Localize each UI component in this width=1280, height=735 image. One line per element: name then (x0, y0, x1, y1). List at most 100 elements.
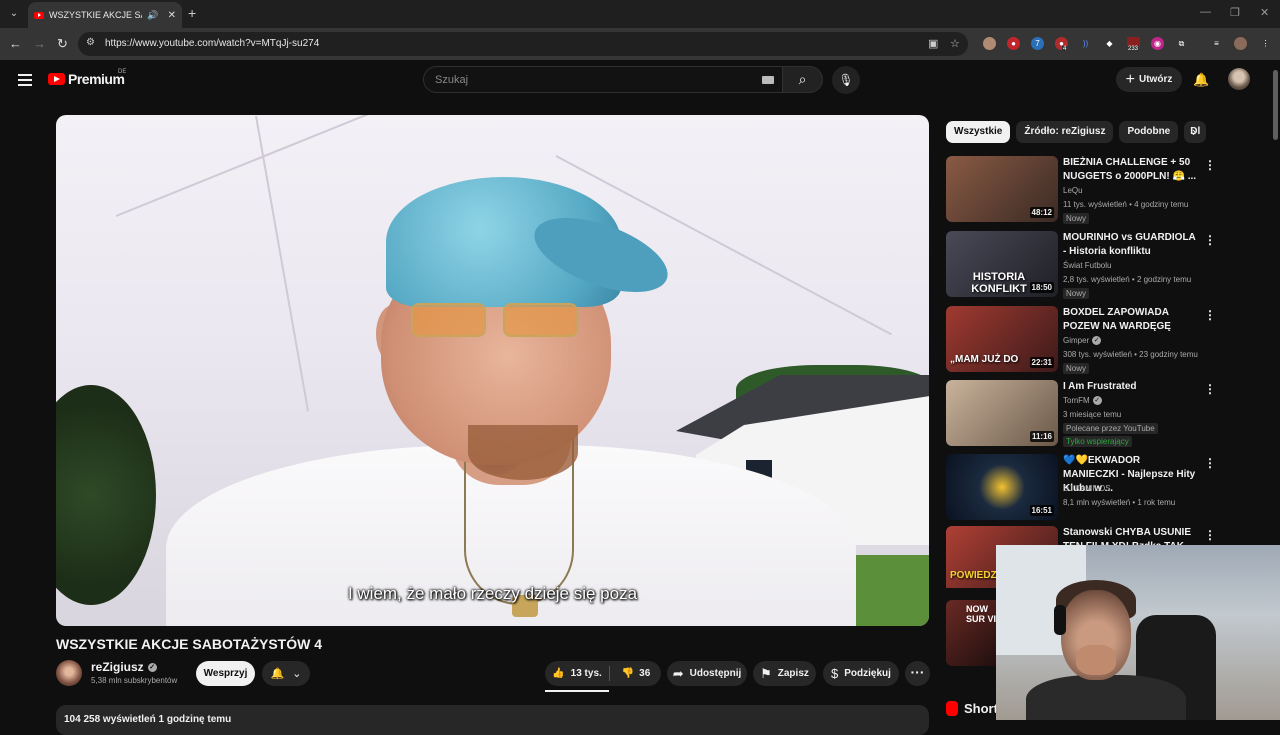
create-button[interactable]: + Utwórz (1116, 67, 1182, 92)
recommendation-title[interactable]: I Am Frustrated (1063, 380, 1198, 394)
site-info-icon[interactable]: ⚙ (86, 37, 95, 48)
back-icon[interactable]: ← (9, 36, 22, 51)
extension-counter-badge: 233 (1127, 46, 1140, 52)
webcam-person-torso (1026, 675, 1186, 720)
close-window-icon[interactable]: ✕ (1260, 6, 1269, 19)
channel-name[interactable]: LeQu (1063, 186, 1083, 195)
youtube-premium-logo[interactable]: Premium DE (48, 69, 126, 87)
more-actions-button[interactable]: ··· (905, 661, 930, 686)
recommendation-channel[interactable]: Gimper ✓ (1063, 336, 1102, 345)
support-button[interactable]: Wesprzyj (196, 661, 255, 686)
extension-wave-icon[interactable]: )) (1079, 37, 1092, 50)
more-vert-icon[interactable]: ⋮ (1204, 456, 1216, 470)
chevron-right-icon[interactable]: › (1192, 124, 1196, 139)
recommendation-title[interactable]: MOURINHO vs GUARDIOLA - Historia konflik… (1063, 231, 1198, 259)
recommendation-meta: 11 tys. wyświetleń • 4 godziny temu (1063, 200, 1189, 209)
recommendation-channel[interactable]: LeQu (1063, 186, 1083, 195)
extension-pink-icon[interactable]: ◉ (1151, 37, 1164, 50)
video-thumbnail[interactable]: 11:16 (946, 380, 1058, 446)
video-thumbnail[interactable]: HISTORIA KONFLIKT 18:50 (946, 231, 1058, 297)
recommendation-item[interactable]: 16:51 💙💛EKWADOR MANIECZKI - Najlepsze Hi… (946, 454, 1216, 522)
thumbs-down-icon: 👎 (621, 668, 635, 679)
more-vert-icon[interactable]: ⋮ (1204, 382, 1216, 396)
reading-list-icon[interactable]: ≡ (1210, 37, 1223, 50)
profile-avatar-icon[interactable] (1234, 37, 1247, 50)
notifications-bell-icon[interactable]: 🔔 (1193, 72, 1209, 88)
video-person-glasses (411, 303, 586, 343)
extension-red-icon[interactable]: ● (1007, 37, 1020, 50)
new-badge: Nowy (1063, 288, 1090, 299)
video-thumbnail[interactable]: 48:12 (946, 156, 1058, 222)
channel-avatar[interactable] (56, 660, 82, 686)
more-vert-icon[interactable]: ⋮ (1204, 158, 1216, 172)
reload-icon[interactable]: ↻ (57, 36, 68, 52)
chip-from-channel[interactable]: Źródło: reZigiusz (1016, 121, 1114, 143)
channel-name[interactable]: reZigiusz (91, 660, 144, 674)
like-button[interactable]: 👍 13 tys. (545, 661, 609, 686)
voice-search-button[interactable]: 🎙 (832, 66, 860, 94)
recommendation-title[interactable]: BOXDEL ZAPOWIADA POZEW NA WARDĘGĘ (1063, 306, 1198, 334)
keyboard-icon[interactable] (762, 76, 774, 84)
recommendation-channel[interactable]: Świat Futbolu (1063, 261, 1111, 270)
extension-avatar-icon[interactable] (983, 37, 996, 50)
channel-name[interactable]: TomFM (1063, 396, 1090, 405)
recommendation-channel[interactable]: TomFM ✓ (1063, 396, 1102, 405)
extension-blue-icon[interactable]: 7 (1031, 37, 1044, 50)
video-title: WSZYSTKIE AKCJE SABOTAŻYSTÓW 4 (56, 636, 323, 652)
speaker-icon[interactable]: 🔊 (147, 10, 158, 21)
recommendation-item[interactable]: HISTORIA KONFLIKT 18:50 MOURINHO vs GUAR… (946, 231, 1216, 299)
bookmark-star-icon[interactable]: ☆ (950, 37, 960, 50)
description-box[interactable]: 104 258 wyświetleń 1 godzinę temu (56, 705, 929, 735)
extension-badge: 4 (1062, 46, 1068, 52)
channel-name-row[interactable]: reZigiusz ✓ (91, 660, 157, 674)
search-input[interactable]: Szukaj (423, 66, 783, 93)
recommendation-channel[interactable]: DJ KAMILOS (1063, 484, 1111, 493)
video-player[interactable]: I wiem, że mało rzeczy dzieje się poza (56, 115, 929, 626)
minimize-icon[interactable]: — (1200, 6, 1211, 18)
cast-icon[interactable]: ▣ (928, 37, 938, 50)
restore-icon[interactable]: ❐ (1230, 6, 1240, 19)
chip-all[interactable]: Wszystkie (946, 121, 1011, 143)
thanks-button[interactable]: $ Podziękuj (823, 661, 899, 686)
filter-chips: Wszystkie Źródło: reZigiusz Podobne Dl (946, 121, 1207, 143)
recommendation-item[interactable]: 48:12 BIEŻNIA CHALLENGE + 50 NUGGETS o 2… (946, 156, 1216, 224)
chip-similar[interactable]: Podobne (1119, 121, 1179, 143)
subscription-bell-button[interactable]: 🔔 ⌄ (262, 661, 310, 686)
video-thumbnail[interactable]: 16:51 (946, 454, 1058, 520)
browser-tab[interactable]: WSZYSTKIE AKCJE SABOTAŻ 🔊 ✕ (28, 2, 182, 28)
video-thumbnail[interactable]: „MAM JUŻ DO 22:31 (946, 306, 1058, 372)
thumbs-up-icon: 👍 (552, 668, 565, 679)
recommendation-item[interactable]: 11:16 I Am Frustrated TomFM ✓ 3 miesiące … (946, 380, 1216, 448)
logo-text: Premium (68, 71, 125, 87)
account-avatar[interactable] (1228, 68, 1250, 90)
recommendation-title[interactable]: BIEŻNIA CHALLENGE + 50 NUGGETS o 2000PLN… (1063, 156, 1198, 184)
video-duration: 11:16 (1029, 431, 1054, 442)
dislike-button[interactable]: 👎 36 (612, 661, 660, 686)
new-tab-button[interactable]: + (188, 5, 196, 21)
channel-name[interactable]: Świat Futbolu (1063, 261, 1111, 270)
more-vert-icon[interactable]: ⋮ (1204, 233, 1216, 247)
video-duration: 16:51 (1029, 505, 1054, 516)
share-label: Udostępnij (689, 668, 742, 679)
url-text[interactable]: https://www.youtube.com/watch?v=MTqJj-su… (105, 38, 319, 49)
hamburger-menu-icon[interactable] (18, 74, 32, 89)
omnibox[interactable]: ⚙ https://www.youtube.com/watch?v=MTqJj-… (78, 32, 968, 56)
tab-search-button[interactable]: ⌄ (4, 4, 24, 24)
share-button[interactable]: ➦ Udostępnij (667, 661, 747, 686)
close-icon[interactable]: ✕ (168, 10, 176, 21)
save-button[interactable]: ⚑ Zapisz (753, 661, 816, 686)
scrollbar-thumb[interactable] (1273, 70, 1278, 140)
browser-menu-icon[interactable]: ⋮ (1259, 37, 1272, 50)
search-button[interactable]: ⌕ (782, 66, 823, 93)
recommendation-item[interactable]: „MAM JUŻ DO 22:31 BOXDEL ZAPOWIADA POZEW… (946, 306, 1216, 374)
more-vert-icon[interactable]: ⋮ (1204, 528, 1216, 542)
chevron-down-icon: ⌄ (292, 668, 302, 680)
dislike-count: 36 (639, 668, 651, 679)
forward-icon[interactable]: → (33, 36, 46, 51)
channel-name[interactable]: DJ KAMILOS (1063, 484, 1111, 493)
extension-diamond-icon[interactable]: ◆ (1103, 37, 1116, 50)
tent-seam (115, 115, 395, 217)
more-vert-icon[interactable]: ⋮ (1204, 308, 1216, 322)
channel-name[interactable]: Gimper (1063, 336, 1089, 345)
extensions-puzzle-icon[interactable]: ⧉ (1175, 37, 1188, 50)
